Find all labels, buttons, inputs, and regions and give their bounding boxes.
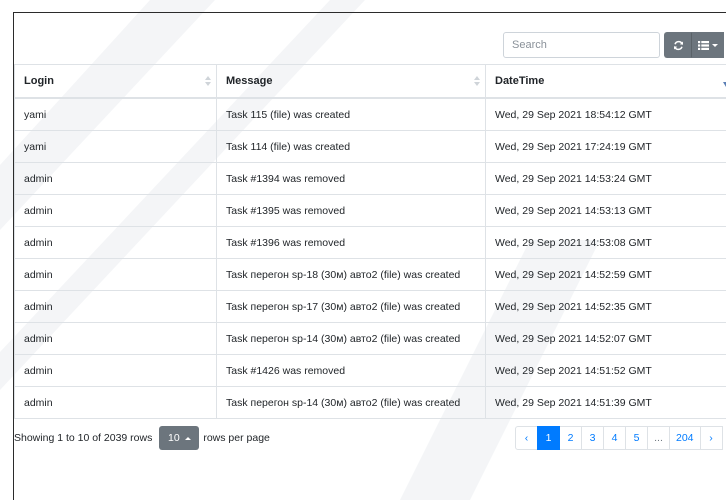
sort-both-icon (474, 76, 480, 86)
cell-datetime: Wed, 29 Sep 2021 14:53:08 GMT (485, 226, 726, 259)
cell-datetime: Wed, 29 Sep 2021 17:24:19 GMT (485, 130, 726, 163)
page-ellipsis: ... (647, 426, 670, 450)
cell-login: admin (14, 290, 217, 323)
column-header-label: Message (226, 75, 273, 87)
cell-message: Task 114 (file) was created (216, 130, 486, 163)
table-toolbar (503, 32, 724, 58)
cell-login: admin (14, 226, 217, 259)
page-button-3[interactable]: 3 (581, 426, 604, 450)
column-header-datetime[interactable]: DateTime (485, 64, 726, 99)
caret-down-icon (712, 43, 718, 47)
table-row: admin Task #1396 was removed Wed, 29 Sep… (14, 226, 726, 259)
columns-list-icon (698, 40, 709, 50)
cell-login: admin (14, 322, 217, 355)
cell-datetime: Wed, 29 Sep 2021 14:52:35 GMT (485, 290, 726, 323)
table-row: admin Task перегон sp-14 (30м) авто2 (fi… (14, 322, 726, 355)
cell-message: Task #1426 was removed (216, 354, 486, 387)
cell-login: admin (14, 354, 217, 387)
cell-datetime: Wed, 29 Sep 2021 14:52:07 GMT (485, 322, 726, 355)
table-header-row: Login Message DateTime (14, 64, 726, 99)
column-header-label: Login (24, 75, 54, 87)
page-next-button[interactable]: › (699, 426, 723, 450)
cell-message: Task #1394 was removed (216, 162, 486, 195)
table-row: admin Task #1395 was removed Wed, 29 Sep… (14, 194, 726, 227)
cell-datetime: Wed, 29 Sep 2021 14:53:13 GMT (485, 194, 726, 227)
cell-login: admin (14, 386, 217, 419)
page-button-1[interactable]: 1 (537, 426, 560, 450)
page-prev-button[interactable]: ‹ (515, 426, 538, 450)
table-row: admin Task перегон sp-18 (30м) авто2 (fi… (14, 258, 726, 291)
table-row: admin Task #1426 was removed Wed, 29 Sep… (14, 354, 726, 387)
cell-login: yami (14, 130, 217, 163)
cell-message: Task #1395 was removed (216, 194, 486, 227)
table-row: admin Task перегон sp-17 (30м) авто2 (fi… (14, 290, 726, 323)
cell-message: Task перегон sp-14 (30м) авто2 (file) wa… (216, 322, 486, 355)
table-row: admin Task #1394 was removed Wed, 29 Sep… (14, 162, 726, 195)
cell-message: Task #1396 was removed (216, 226, 486, 259)
column-header-login[interactable]: Login (14, 64, 217, 99)
cell-message: Task перегон sp-14 (30м) авто2 (file) wa… (216, 386, 486, 419)
cell-datetime: Wed, 29 Sep 2021 14:53:24 GMT (485, 162, 726, 195)
cell-datetime: Wed, 29 Sep 2021 18:54:12 GMT (485, 97, 726, 131)
table-row: admin Task перегон sp-14 (30м) авто2 (fi… (14, 386, 726, 419)
cell-login: admin (14, 258, 217, 291)
table-row: yami Task 115 (file) was created Wed, 29… (14, 97, 726, 131)
page-button-last[interactable]: 204 (669, 426, 701, 450)
refresh-button[interactable] (664, 32, 692, 58)
column-header-message[interactable]: Message (216, 64, 486, 99)
cell-datetime: Wed, 29 Sep 2021 14:52:59 GMT (485, 258, 726, 291)
toolbar-button-group (664, 32, 724, 58)
table-row: yami Task 114 (file) was created Wed, 29… (14, 130, 726, 163)
cell-datetime: Wed, 29 Sep 2021 14:51:39 GMT (485, 386, 726, 419)
page-size-value: 10 (168, 432, 180, 444)
caret-up-icon (184, 436, 191, 440)
cell-message: Task 115 (file) was created (216, 97, 486, 131)
cell-login: admin (14, 194, 217, 227)
log-table: Login Message DateTime yami Task 115 (fi… (14, 64, 726, 419)
pagination-info: Showing 1 to 10 of 2039 rows (14, 432, 153, 444)
rows-per-page-label: rows per page (203, 432, 270, 444)
pagination: ‹ 1 2 3 4 5 ... 204 › (515, 426, 723, 450)
page-size-dropdown[interactable]: 10 (159, 426, 200, 450)
cell-login: yami (14, 97, 217, 131)
search-input[interactable] (503, 32, 660, 58)
sort-both-icon (205, 76, 211, 86)
page-button-2[interactable]: 2 (559, 426, 582, 450)
column-header-label: DateTime (495, 75, 545, 87)
cell-message: Task перегон sp-17 (30м) авто2 (file) wa… (216, 290, 486, 323)
cell-login: admin (14, 162, 217, 195)
page-button-5[interactable]: 5 (625, 426, 648, 450)
page-button-4[interactable]: 4 (603, 426, 626, 450)
columns-toggle-button[interactable] (692, 32, 724, 58)
page: Login Message DateTime yami Task 115 (fi… (0, 0, 726, 500)
refresh-icon (673, 40, 683, 50)
cell-datetime: Wed, 29 Sep 2021 14:51:52 GMT (485, 354, 726, 387)
cell-message: Task перегон sp-18 (30м) авто2 (file) wa… (216, 258, 486, 291)
table-footer: Showing 1 to 10 of 2039 rows 10 rows per… (14, 426, 270, 450)
